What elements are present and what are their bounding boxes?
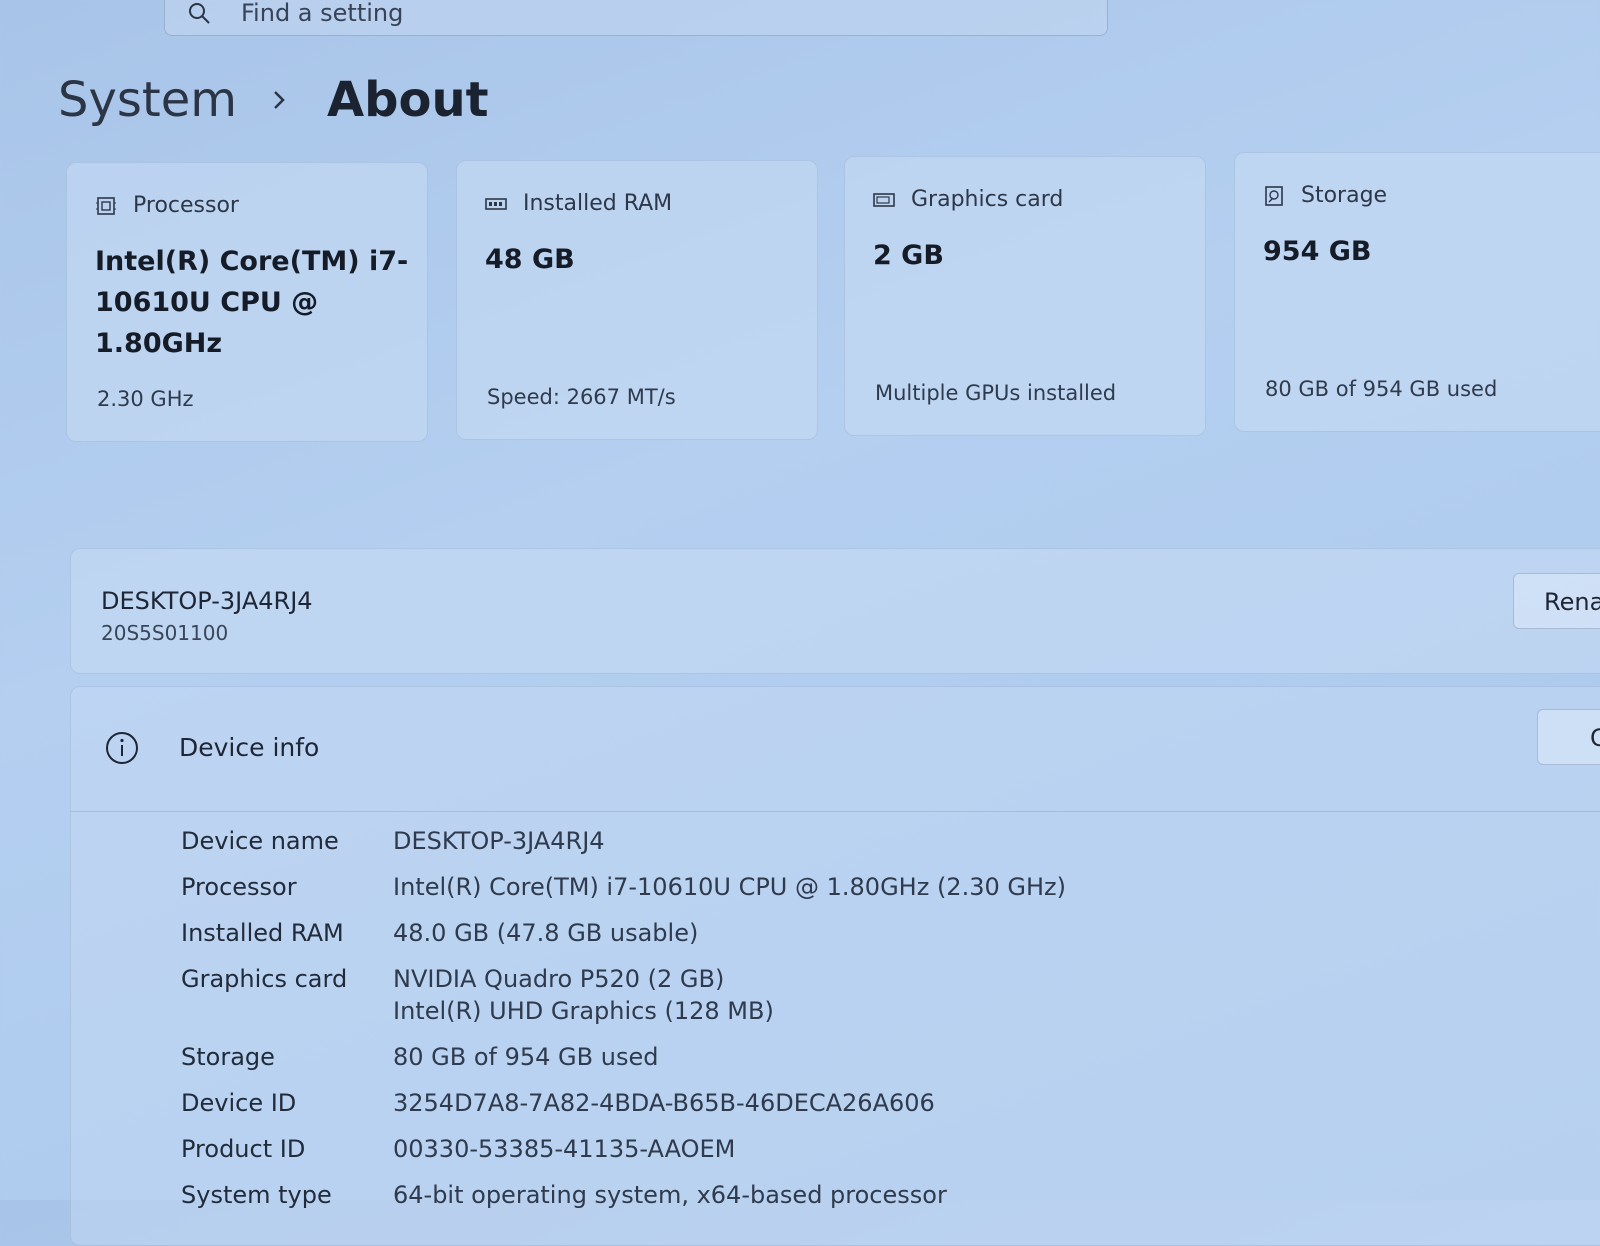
- copy-button[interactable]: Copy: [1537, 709, 1600, 765]
- rename-button[interactable]: Rename: [1513, 573, 1600, 629]
- info-value[interactable]: 80 GB of 954 GB used: [393, 1041, 658, 1073]
- ram-card: Installed RAM 48 GB Speed: 2667 MT/s: [456, 160, 818, 440]
- card-title: Installed RAM: [523, 191, 673, 216]
- card-value: Intel(R) Core(TM) i7-10610U CPU @ 1.80GH…: [95, 246, 409, 359]
- info-row-processor: Processor Intel(R) Core(TM) i7-10610U CP…: [181, 871, 1066, 903]
- card-title: Processor: [133, 193, 239, 218]
- card-value: 2 GB: [873, 240, 944, 271]
- breadcrumb: System About: [58, 72, 489, 128]
- info-row-device-name: Device name DESKTOP-3JA4RJ4: [181, 825, 1066, 857]
- card-value: 954 GB: [1263, 236, 1372, 267]
- graphics-card-card: Graphics card 2 GB Multiple GPUs install…: [844, 156, 1206, 436]
- device-name-card: DESKTOP-3JA4RJ4 20S5S01100 Rename: [70, 548, 1600, 674]
- chevron-right-icon: [274, 91, 285, 109]
- info-value[interactable]: NVIDIA Quadro P520 (2 GB) Intel(R) UHD G…: [393, 963, 774, 1027]
- info-label: System type: [181, 1181, 332, 1209]
- info-row-system-type: System type 64-bit operating system, x64…: [181, 1179, 1066, 1211]
- info-value[interactable]: Intel(R) Core(TM) i7-10610U CPU @ 1.80GH…: [393, 871, 1066, 903]
- info-value-line: Intel(R) UHD Graphics (128 MB): [393, 997, 774, 1025]
- info-row-product-id: Product ID 00330-53385-41135-AAOEM: [181, 1133, 1066, 1165]
- search-placeholder: Find a setting: [241, 0, 404, 27]
- breadcrumb-system[interactable]: System: [58, 72, 237, 128]
- info-value[interactable]: 64-bit operating system, x64-based proce…: [393, 1179, 947, 1211]
- card-title: Graphics card: [911, 187, 1064, 212]
- info-value-line: NVIDIA Quadro P520 (2 GB): [393, 965, 725, 993]
- device-info-rows: Device name DESKTOP-3JA4RJ4 Processor In…: [181, 825, 1066, 1225]
- info-label: Device ID: [181, 1089, 297, 1117]
- info-label: Product ID: [181, 1135, 306, 1163]
- info-value[interactable]: DESKTOP-3JA4RJ4: [393, 825, 605, 857]
- page-title: About: [327, 72, 489, 128]
- card-value: 48 GB: [485, 244, 575, 275]
- info-row-storage: Storage 80 GB of 954 GB used: [181, 1041, 1066, 1073]
- graphics-card-icon: [873, 192, 895, 207]
- card-subtext: Speed: 2667 MT/s: [487, 385, 676, 409]
- card-title: Storage: [1301, 183, 1388, 208]
- device-info-title: Device info: [179, 733, 320, 762]
- card-subtext: 80 GB of 954 GB used: [1265, 377, 1498, 401]
- info-value[interactable]: 3254D7A8-7A82-4BDA-B65B-46DECA26A606: [393, 1087, 935, 1119]
- device-model: 20S5S01100: [101, 621, 229, 645]
- info-row-installed-ram: Installed RAM 48.0 GB (47.8 GB usable): [181, 917, 1066, 949]
- info-label: Installed RAM: [181, 919, 344, 947]
- info-label: Processor: [181, 873, 297, 901]
- card-subtext: Multiple GPUs installed: [875, 381, 1117, 405]
- info-icon: [106, 732, 138, 764]
- info-value[interactable]: 00330-53385-41135-AAOEM: [393, 1133, 735, 1165]
- info-row-graphics-card: Graphics card NVIDIA Quadro P520 (2 GB) …: [181, 963, 1066, 1027]
- info-row-device-id: Device ID 3254D7A8-7A82-4BDA-B65B-46DECA…: [181, 1087, 1066, 1119]
- processor-icon: [96, 196, 116, 215]
- storage-icon: [1265, 185, 1283, 206]
- info-label: Storage: [181, 1043, 275, 1071]
- device-info-header[interactable]: Device info Copy: [71, 687, 1600, 812]
- info-value[interactable]: 48.0 GB (47.8 GB usable): [393, 917, 698, 949]
- search-input[interactable]: Find a setting: [164, 0, 1108, 36]
- device-info-section: Device info Copy Device name DESKTOP-3JA…: [70, 686, 1600, 1246]
- info-label: Graphics card: [181, 965, 348, 993]
- info-label: Device name: [181, 827, 339, 855]
- search-icon: [189, 3, 210, 24]
- processor-card: Processor Intel(R) Core(TM) i7-10610U CP…: [66, 162, 428, 442]
- ram-icon: [485, 197, 507, 210]
- device-name: DESKTOP-3JA4RJ4: [101, 587, 313, 615]
- card-subtext: 2.30 GHz: [97, 387, 194, 411]
- storage-card: Storage 954 GB 80 GB of 954 GB used: [1234, 152, 1600, 432]
